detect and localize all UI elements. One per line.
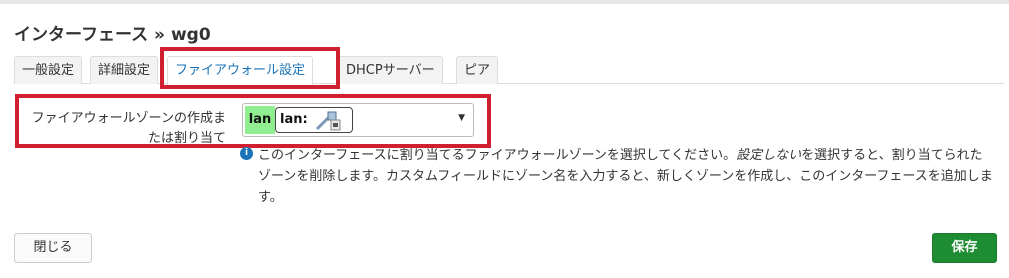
info-icon: i <box>240 147 253 160</box>
tab-advanced[interactable]: 詳細設定 <box>90 56 159 84</box>
highlight-field-box <box>15 94 491 148</box>
tab-dhcp-server[interactable]: DHCPサーバー <box>338 56 443 84</box>
save-button[interactable]: 保存 <box>932 233 997 263</box>
tab-peers[interactable]: ピア <box>456 56 499 84</box>
highlight-tab-box <box>160 47 340 89</box>
modal-title: インターフェース » wg0 <box>14 25 211 45</box>
help-text: このインターフェースに割り当てるファイアウォールゾーンを選択してください。設定し… <box>258 145 993 208</box>
close-button[interactable]: 閉じる <box>14 233 92 263</box>
help-text-prefix: このインターフェースに割り当てるファイアウォールゾーンを選択してください。 <box>258 148 737 163</box>
modal-top-border <box>0 0 1009 4</box>
tab-general[interactable]: 一般設定 <box>14 56 83 84</box>
help-text-emphasis: 設定しない <box>736 148 802 163</box>
